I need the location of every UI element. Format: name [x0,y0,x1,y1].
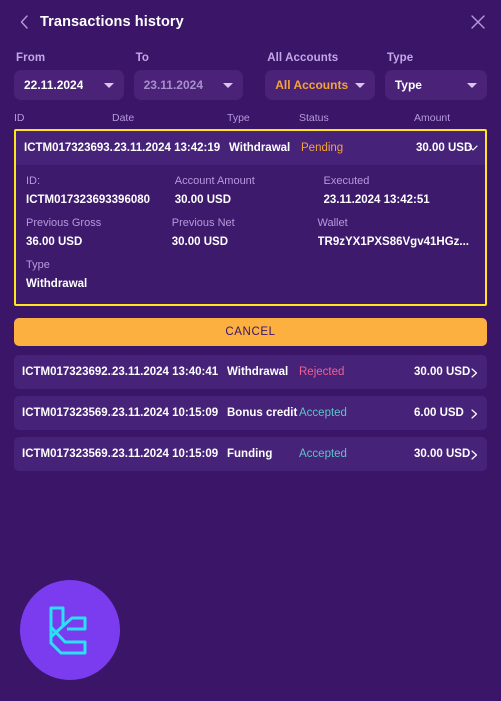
table-row[interactable]: ICTM017323569... 23.11.2024 10:15:09 Bonus… [14,396,487,430]
detail-type: Type Withdrawal [26,259,188,290]
cell-type: Withdrawal [227,366,289,378]
detail-wallet-value: TR9zYX1PXS86Vgv41HGz... [317,236,469,248]
account-select[interactable]: All Accounts [265,70,375,100]
status-badge: Rejected [299,366,345,378]
selected-transaction-card: ICTM017323693... 23.11.2024 13:42:19 Wit… [14,129,487,306]
cancel-button[interactable]: CANCEL [14,318,487,346]
filter-from-label: From [16,52,46,64]
chevron-down-icon [223,83,234,88]
detail-id-value: ICTM017323693396080 [26,194,151,206]
filter-account-label: All Accounts [267,52,339,64]
brand-monogram-logo [20,580,120,680]
chevron-down-icon [467,83,477,88]
filter-account: All Accounts All Accounts [265,52,375,100]
cell-type: Withdrawal [229,142,291,154]
detail-previous-net-value: 30.00 USD [171,236,229,248]
column-header-id: ID [14,112,25,124]
table-row[interactable]: ICTM017323692... 23.11.2024 13:40:41 Withd… [14,355,487,389]
type-value: Type [394,78,422,92]
detail-row: Previous Gross 36.00 USD Previous Net 30… [26,217,475,248]
account-value: All Accounts [275,78,349,92]
detail-previous-net: Previous Net 30.00 USD [172,217,318,248]
cell-date: 23.11.2024 13:40:41 [112,366,219,378]
detail-previous-net-label: Previous Net [171,217,235,229]
detail-wallet: Wallet TR9zYX1PXS86Vgv41HGz... [318,217,475,248]
filter-to: To 23.11.2024 [133,52,244,100]
detail-executed: Executed 23.11.2024 13:42:51 [324,175,476,206]
cell-date: 23.11.2024 10:15:09 [112,407,219,419]
column-header-amount: Amount [414,112,451,124]
detail-type-value: Withdrawal [26,278,88,290]
chevron-right-icon[interactable] [470,368,478,378]
cell-id: ICTM017323569... [22,407,112,419]
page-title: Transactions history [40,14,184,30]
detail-type-label: Type [26,259,50,271]
table-header: ID Date Type Status Amount [0,100,501,129]
filter-bar: From 22.11.2024 To 23.11.2024 All Accoun… [0,44,501,100]
detail-row: Type Withdrawal [26,259,475,290]
detail-previous-gross: Previous Gross 36.00 USD [26,217,172,248]
date-from-value: 22.11.2024 [24,78,84,92]
chevron-right-icon[interactable] [470,409,478,419]
chevron-down-icon [103,83,114,88]
transaction-details: ID: ICTM017323693396080 Account Amount 3… [16,165,485,304]
column-header-date: Date [112,112,135,124]
detail-previous-gross-label: Previous Gross [26,217,102,229]
type-select[interactable]: Type [384,70,487,100]
chevron-right-icon[interactable] [470,450,478,460]
detail-executed-value: 23.11.2024 13:42:51 [323,194,430,206]
detail-account-amount-label: Account Amount [174,175,255,187]
detail-previous-gross-value: 36.00 USD [26,236,83,248]
cell-date: 23.11.2024 10:15:09 [112,448,219,460]
chevron-down-icon[interactable] [468,144,478,152]
date-to-value: 23.11.2024 [143,78,204,92]
filter-to-label: To [135,52,150,64]
detail-id: ID: ICTM017323693396080 [26,175,175,206]
cell-date: 23.11.2024 13:42:19 [114,142,221,154]
date-from-select[interactable]: 22.11.2024 [14,70,124,100]
status-badge: Accepted [299,448,347,460]
cell-id: ICTM017323692... [22,366,112,378]
column-header-status: Status [299,112,329,124]
column-header-type: Type [227,112,250,124]
filter-from: From 22.11.2024 [14,52,124,100]
detail-account-amount: Account Amount 30.00 USD [175,175,324,206]
table-row[interactable]: ICTM017323569... 23.11.2024 10:15:09 Fundi… [14,437,487,471]
detail-account-amount-value: 30.00 USD [174,194,232,206]
chevron-down-icon [354,83,365,88]
detail-wallet-label: Wallet [317,217,348,229]
status-badge: Accepted [299,407,347,419]
close-icon[interactable] [468,12,488,32]
detail-id-label: ID: [26,175,41,187]
filter-type-label: Type [386,52,414,64]
cell-id: ICTM017323569... [22,448,112,460]
cell-type: Bonus credit [227,407,298,419]
cell-id: ICTM017323693... [24,142,114,154]
app-header: Transactions history [0,0,501,44]
detail-row: ID: ICTM017323693396080 Account Amount 3… [26,175,475,206]
date-to-select[interactable]: 23.11.2024 [133,70,244,100]
cancel-button-wrap: CANCEL [0,306,501,355]
transaction-list: ICTM017323692... 23.11.2024 13:40:41 Withd… [0,355,501,471]
detail-executed-label: Executed [323,175,370,187]
filter-type: Type Type [384,52,487,100]
transactions-history-screen: Transactions history From 22.11.2024 To … [0,0,501,701]
table-row-selected[interactable]: ICTM017323693... 23.11.2024 13:42:19 Wit… [16,131,485,165]
chevron-left-icon[interactable] [16,11,32,33]
cell-type: Funding [227,448,273,460]
status-badge: Pending [301,142,344,154]
